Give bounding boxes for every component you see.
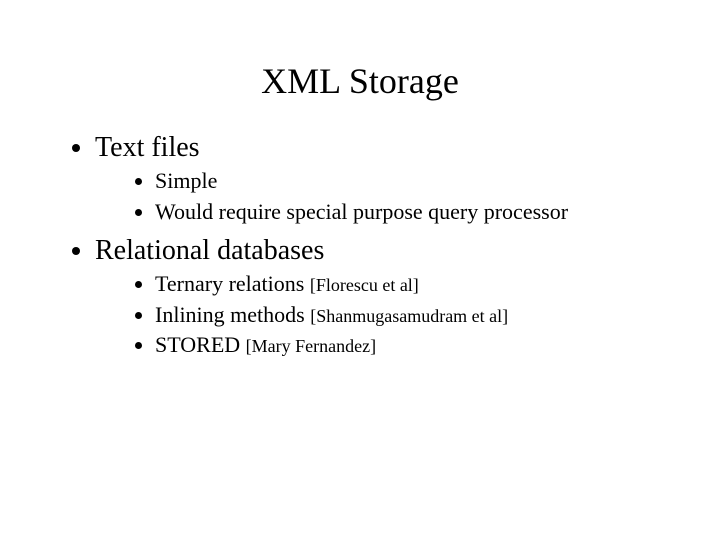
list-item-text: Ternary relations (155, 271, 310, 296)
list-item: Would require special purpose query proc… (155, 198, 680, 226)
sub-list: Ternary relations [Florescu et al] Inlin… (95, 270, 680, 359)
slide: XML Storage Text files Simple Would requ… (0, 0, 720, 540)
list-item-label: Relational databases (95, 235, 324, 266)
list-item-label: Text files (95, 132, 200, 163)
list-item-text: STORED (155, 332, 246, 357)
list-item-text: Inlining methods (155, 302, 310, 327)
bullet-list: Text files Simple Would require special … (40, 132, 680, 359)
list-item: Simple (155, 167, 680, 195)
list-item-cite: [Mary Fernandez] (246, 336, 376, 356)
list-item: STORED [Mary Fernandez] (155, 331, 680, 359)
list-item-text: Simple (155, 168, 217, 193)
slide-title: XML Storage (40, 60, 680, 102)
list-item: Relational databases Ternary relations [… (95, 235, 680, 359)
list-item-cite: [Shanmugasamudram et al] (310, 306, 508, 326)
list-item: Ternary relations [Florescu et al] (155, 270, 680, 298)
list-item-text: Would require special purpose query proc… (155, 199, 568, 224)
sub-list: Simple Would require special purpose que… (95, 167, 680, 225)
list-item-cite: [Florescu et al] (310, 275, 419, 295)
list-item: Inlining methods [Shanmugasamudram et al… (155, 301, 680, 329)
list-item: Text files Simple Would require special … (95, 132, 680, 225)
